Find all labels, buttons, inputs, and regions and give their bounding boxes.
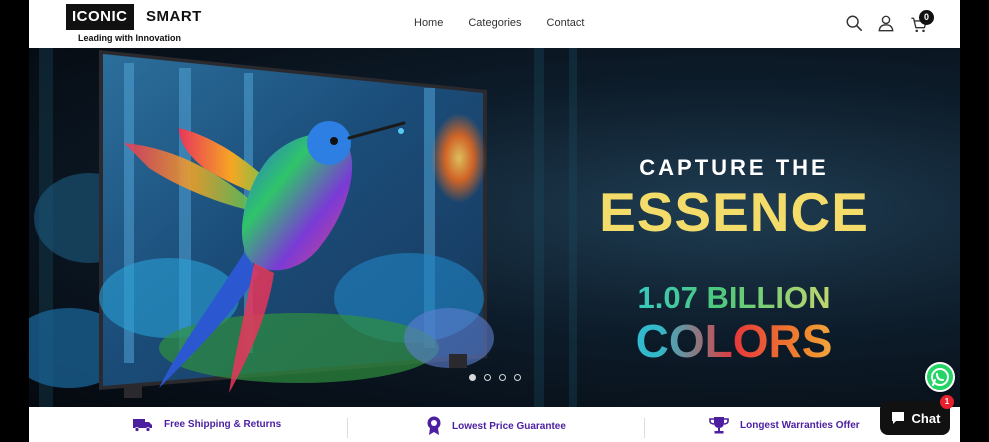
logo-tagline: Leading with Innovation	[78, 33, 181, 43]
nav-home[interactable]: Home	[414, 17, 443, 29]
award-badge-icon	[427, 416, 441, 435]
brand-logo[interactable]: ICONIC SMART Leading with Innovation	[66, 4, 206, 46]
slider-dot-2[interactable]	[484, 374, 491, 381]
hero-banner[interactable]: CAPTURE THE ESSENCE 1.07 BILLION COLORS	[29, 48, 960, 407]
feature-shipping: Free Shipping & Returns	[132, 416, 281, 432]
slider-dots	[469, 374, 521, 381]
slider-dot-1[interactable]	[469, 374, 476, 381]
nav-categories[interactable]: Categories	[468, 17, 521, 29]
logo-boxed-text: ICONIC	[66, 4, 134, 30]
chat-button[interactable]: Chat	[880, 401, 950, 435]
feature-divider	[347, 418, 348, 438]
hero-subline-2: COLORS	[587, 314, 881, 368]
account-icon[interactable]	[877, 14, 895, 32]
slider-dot-3[interactable]	[499, 374, 506, 381]
chat-label: Chat	[911, 410, 941, 426]
nav-contact[interactable]: Contact	[547, 17, 585, 29]
feature-bar: Free Shipping & Returns Lowest Price Gua…	[29, 407, 960, 442]
trophy-icon	[709, 417, 729, 434]
hero-headline-2: ESSENCE	[599, 181, 869, 243]
page: ICONIC SMART Leading with Innovation Hom…	[29, 0, 960, 442]
cart-count-badge: 0	[919, 10, 934, 25]
feature-label: Longest Warranties Offer	[740, 419, 860, 431]
site-header: ICONIC SMART Leading with Innovation Hom…	[29, 0, 960, 48]
logo-plain-text: SMART	[146, 8, 202, 25]
slider-dot-4[interactable]	[514, 374, 521, 381]
search-icon[interactable]	[845, 14, 863, 32]
feature-label: Free Shipping & Returns	[164, 418, 282, 430]
chat-notification-badge: 1	[940, 395, 954, 409]
feature-price: Lowest Price Guarantee	[426, 416, 566, 436]
feature-divider	[644, 418, 645, 438]
whatsapp-button[interactable]	[925, 362, 955, 392]
feature-label: Lowest Price Guarantee	[452, 420, 566, 432]
hero-headline-1: CAPTURE THE	[639, 155, 829, 180]
chat-bubble-icon	[891, 412, 904, 424]
hero-subline-1: 1.07 BILLION	[587, 280, 881, 316]
whatsapp-icon	[931, 368, 949, 386]
feature-warranty: Longest Warranties Offer	[708, 416, 860, 434]
truck-icon	[133, 419, 152, 432]
main-nav: Home Categories Contact	[414, 17, 584, 29]
